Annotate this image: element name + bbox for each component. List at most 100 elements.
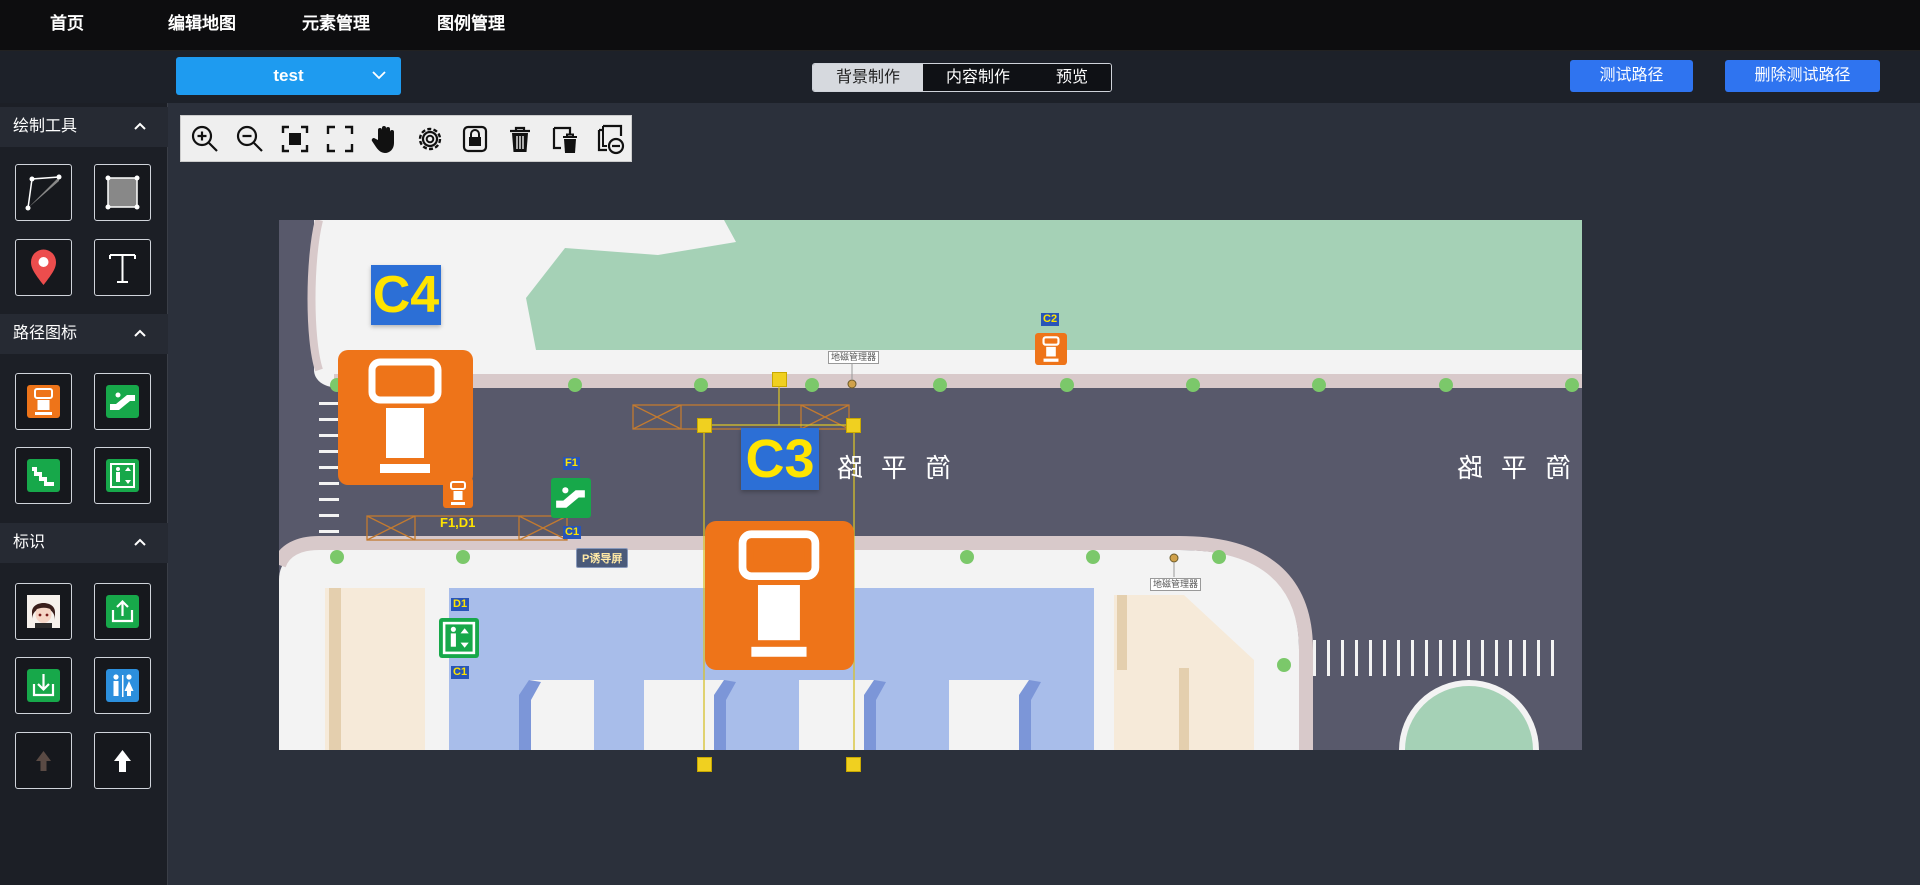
left-tool-panel: 绘制工具 路径图标 标识 (0, 103, 168, 885)
resize-handle-top-left[interactable] (697, 418, 712, 433)
escalator-icon (106, 385, 139, 418)
entrance-marker-tool[interactable] (94, 583, 151, 640)
label-d1[interactable]: D1 (451, 598, 470, 611)
pan-button[interactable] (368, 122, 402, 156)
chevron-up-icon (134, 538, 146, 546)
draw-point-tool[interactable] (15, 239, 72, 296)
rectangle-icon (105, 175, 140, 210)
ticket-machine-icon[interactable] (705, 521, 854, 670)
arrow-up-dark-icon (36, 751, 51, 771)
mode-switch: 背景制作 内容制作 预览 (812, 63, 1113, 92)
lock-button[interactable] (458, 122, 492, 156)
nav-edit-map[interactable]: 编辑地图 (168, 0, 236, 51)
elevator-icon[interactable] (439, 618, 479, 658)
chevron-up-icon (134, 122, 146, 130)
draw-rectangle-tool[interactable] (94, 164, 151, 221)
mode-preview[interactable]: 预览 (1033, 64, 1112, 91)
zoom-in-button[interactable] (188, 122, 222, 156)
stairs-icon (27, 459, 60, 492)
arrow-white-marker-tool[interactable] (94, 732, 151, 789)
fit-screen-icon (281, 125, 309, 153)
map-select-value: test (273, 66, 304, 85)
exit-marker-tool[interactable] (15, 657, 72, 714)
section-draw-tools[interactable]: 绘制工具 (0, 107, 168, 147)
zoom-in-icon (191, 125, 218, 152)
lock-icon (462, 125, 488, 153)
chevron-up-icon (134, 329, 146, 337)
rotate-handle[interactable] (772, 372, 787, 387)
delete-layer-icon (552, 126, 577, 153)
ticket-machine-tool[interactable] (15, 373, 72, 430)
escalator-icon[interactable] (551, 478, 591, 518)
delete-test-path-button[interactable]: 删除测试路径 (1725, 60, 1880, 92)
label-c1[interactable]: C1 (563, 526, 582, 539)
location-pin-icon (31, 249, 56, 285)
label-f1-d1[interactable]: F1,D1 (438, 516, 477, 529)
section-title: 路径图标 (13, 325, 78, 342)
section-path-icons[interactable]: 路径图标 (0, 314, 168, 354)
polyline-icon (25, 174, 62, 211)
fullscreen-icon (326, 125, 354, 153)
text-icon (109, 254, 136, 283)
delete-button[interactable] (503, 122, 537, 156)
zoom-out-icon (236, 125, 263, 152)
pan-hand-icon (371, 126, 394, 153)
test-path-button[interactable]: 测试路径 (1570, 60, 1693, 92)
remove-layer-icon (597, 124, 625, 155)
settings-gear-icon (418, 127, 442, 151)
delete-icon (510, 126, 530, 152)
road-name-label: 简平路 (1439, 453, 1572, 483)
mode-background[interactable]: 背景制作 (813, 64, 924, 91)
restroom-icon (106, 669, 139, 702)
area-label-c4[interactable]: C4 (371, 265, 441, 325)
nav-legend-management[interactable]: 图例管理 (437, 0, 505, 51)
draw-text-tool[interactable] (94, 239, 151, 296)
road-name-label: 简平路 (819, 453, 952, 483)
elevator-tool[interactable] (94, 447, 151, 504)
zoom-out-button[interactable] (233, 122, 267, 156)
mode-content[interactable]: 内容制作 (923, 64, 1034, 91)
area-label-c3[interactable]: C3 (741, 428, 819, 490)
avatar-marker-tool[interactable] (15, 583, 72, 640)
top-nav: 首页 编辑地图 元素管理 图例管理 (0, 0, 1920, 51)
chevron-down-icon (372, 71, 386, 80)
delete-layer-button[interactable] (548, 122, 582, 156)
ticket-machine-small-icon[interactable] (1035, 333, 1067, 365)
arrow-dark-marker-tool[interactable] (15, 732, 72, 789)
resize-handle-top-right[interactable] (846, 418, 861, 433)
fit-screen-button[interactable] (278, 122, 312, 156)
nav-element-management[interactable]: 元素管理 (302, 0, 370, 51)
restroom-marker-tool[interactable] (94, 657, 151, 714)
settings-button[interactable] (413, 122, 447, 156)
map-canvas[interactable]: C4 F1,D1 C2 地磁管理器 地磁管理器 简平路 简平路 F1 C1 P诱… (279, 220, 1582, 772)
remove-layer-button[interactable] (593, 122, 627, 156)
sensor-manager-sign[interactable]: 地磁管理器 (828, 351, 880, 364)
elevator-icon (106, 459, 139, 492)
label-c2[interactable]: C2 (1041, 313, 1060, 326)
stairs-tool[interactable] (15, 447, 72, 504)
section-title: 绘制工具 (13, 118, 78, 135)
ticket-machine-icon (27, 385, 60, 418)
avatar-icon (27, 595, 60, 628)
ticket-machine-icon[interactable] (338, 350, 473, 485)
section-markers[interactable]: 标识 (0, 523, 168, 563)
resize-handle-bottom-right[interactable] (846, 757, 861, 772)
label-c1[interactable]: C1 (451, 666, 470, 679)
map-toolbar (180, 115, 632, 162)
entry-down-icon (27, 669, 60, 702)
exit-up-icon (106, 595, 139, 628)
draw-polyline-tool[interactable] (15, 164, 72, 221)
nav-home[interactable]: 首页 (50, 0, 84, 51)
label-f1[interactable]: F1 (563, 457, 580, 470)
section-title: 标识 (13, 534, 46, 551)
fullscreen-button[interactable] (323, 122, 357, 156)
arrow-up-icon (114, 750, 131, 772)
map-background (279, 220, 1582, 750)
sub-toolbar: test 背景制作 内容制作 预览 测试路径 删除测试路径 (0, 51, 1920, 103)
resize-handle-bottom-left[interactable] (697, 757, 712, 772)
parking-guide-screen[interactable]: P诱导屏 (576, 548, 629, 568)
escalator-tool[interactable] (94, 373, 151, 430)
ticket-machine-small-icon[interactable] (443, 478, 473, 508)
map-select-dropdown[interactable]: test (176, 57, 401, 95)
sensor-manager-sign[interactable]: 地磁管理器 (1150, 578, 1202, 591)
